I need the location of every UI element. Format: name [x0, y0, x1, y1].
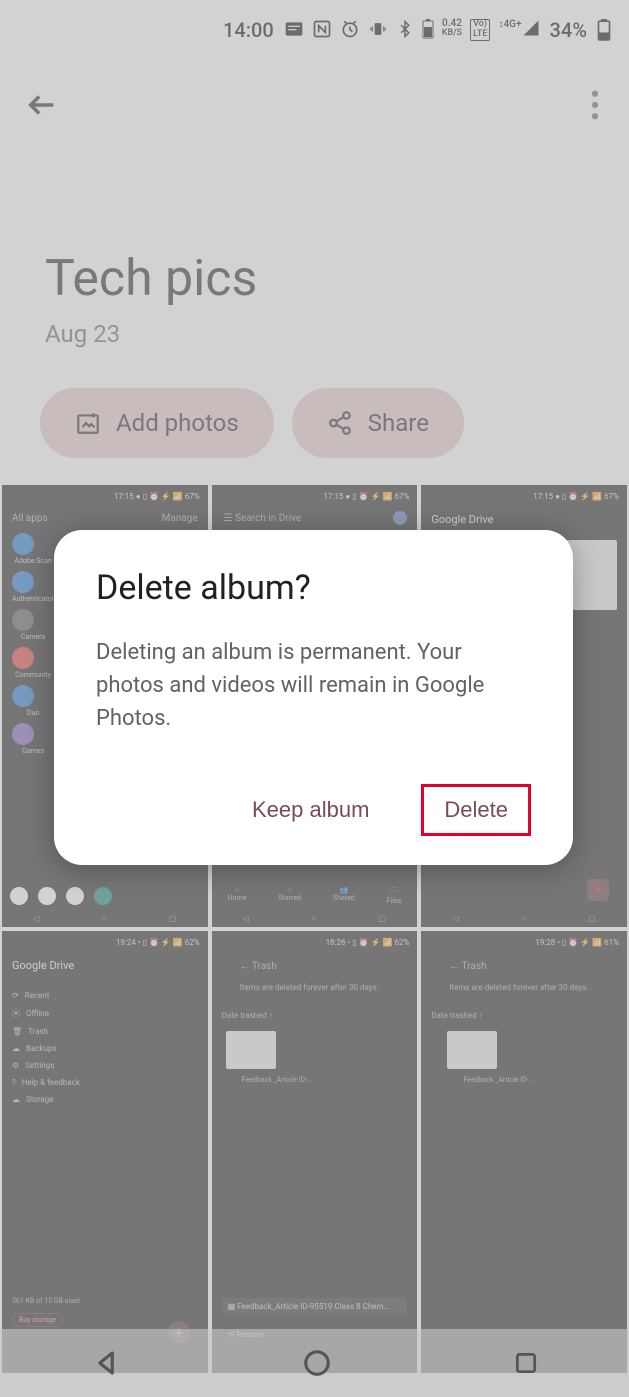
dialog-title: Delete album? — [96, 568, 531, 608]
nav-recents-button[interactable] — [513, 1350, 539, 1376]
nav-home-button[interactable] — [302, 1348, 332, 1378]
nav-back-button[interactable] — [91, 1348, 121, 1378]
system-nav-bar — [0, 1329, 629, 1397]
keep-album-button[interactable]: Keep album — [232, 783, 389, 837]
dialog-body: Deleting an album is permanent. Your pho… — [96, 636, 531, 735]
dialog-actions: Keep album Delete — [96, 783, 531, 837]
delete-button[interactable]: Delete — [421, 784, 531, 836]
delete-album-dialog: Delete album? Deleting an album is perma… — [54, 530, 573, 865]
